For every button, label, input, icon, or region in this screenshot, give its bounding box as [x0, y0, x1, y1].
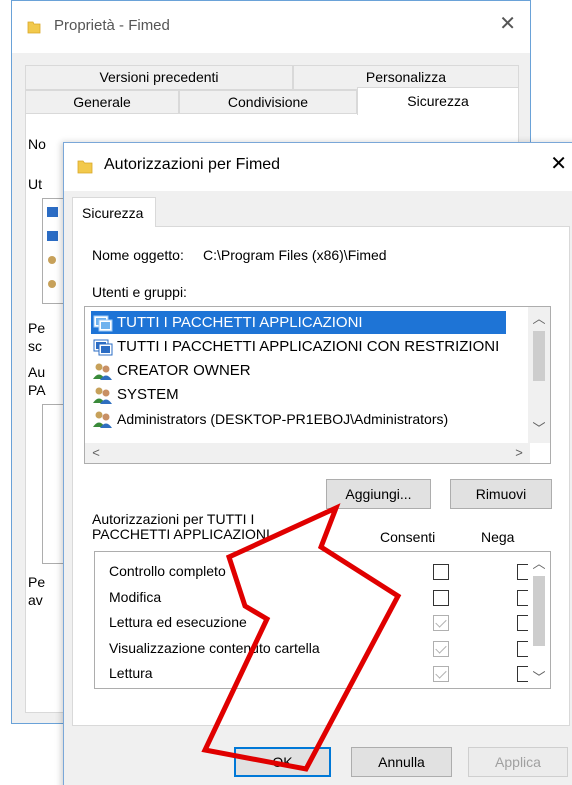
- permission-label: Controllo completo: [109, 563, 226, 579]
- object-name-value: C:\Program Files (x86)\Fimed: [203, 247, 387, 263]
- permissions-label-line2: PACCHETTI APPLICAZIONI: [92, 526, 270, 542]
- dialog-title: Autorizzazioni per Fimed: [104, 156, 281, 173]
- allow-checkbox[interactable]: [433, 640, 449, 657]
- users-groups-label: Utenti e gruppi:: [92, 284, 187, 300]
- users-group-icon: [93, 411, 112, 428]
- permissions-dialog: Autorizzazioni per Fimed ✕ Sicurezza Nom…: [63, 142, 572, 785]
- horizontal-scrollbar[interactable]: < >: [85, 443, 530, 463]
- permissions-list[interactable]: Controllo completo Modifica Lettura ed ese…: [94, 551, 551, 689]
- user-name: TUTTI I PACCHETTI APPLICAZIONI: [117, 314, 363, 331]
- user-name: TUTTI I PACCHETTI APPLICAZIONI CON RESTR…: [117, 338, 500, 355]
- scroll-down-icon[interactable]: ﹀: [528, 419, 550, 439]
- partial-label: PA: [28, 382, 46, 398]
- vertical-scrollbar[interactable]: ︿ ﹀: [528, 307, 550, 443]
- close-icon[interactable]: ✕: [499, 14, 516, 34]
- list-item[interactable]: Administrators (DESKTOP-PR1EBOJ\Administ…: [93, 407, 448, 430]
- folder-icon: [27, 21, 41, 34]
- list-item[interactable]: TUTTI I PACCHETTI APPLICAZIONI: [91, 311, 506, 334]
- allow-checkbox[interactable]: [433, 564, 449, 580]
- dialog-titlebar: Autorizzazioni per Fimed ✕: [64, 143, 572, 191]
- partial-label: No: [28, 136, 46, 152]
- tab-sicurezza[interactable]: Sicurezza: [72, 197, 156, 227]
- scroll-down-icon[interactable]: ﹀: [528, 668, 550, 688]
- permission-label: Lettura ed esecuzione: [109, 614, 247, 630]
- ok-button[interactable]: OK: [234, 747, 331, 777]
- properties-titlebar: Proprietà - Fimed ✕: [12, 1, 530, 53]
- users-group-icon: [93, 363, 112, 380]
- permissions-label-line1: Autorizzazioni per TUTTI I: [92, 511, 255, 527]
- list-item[interactable]: SYSTEM: [93, 383, 179, 406]
- partial-label: av: [28, 592, 43, 608]
- properties-title: Proprietà - Fimed: [54, 17, 170, 34]
- scroll-left-icon[interactable]: <: [85, 443, 107, 463]
- deny-header: Nega: [481, 529, 515, 545]
- list-item[interactable]: CREATOR OWNER: [93, 359, 251, 382]
- remove-button[interactable]: Rimuovi: [450, 479, 552, 509]
- object-name-label: Nome oggetto:: [92, 247, 184, 263]
- vertical-scrollbar[interactable]: ︿ ﹀: [528, 552, 550, 688]
- tab-versioni-precedenti[interactable]: Versioni precedenti: [25, 65, 293, 90]
- allow-checkbox[interactable]: [433, 615, 449, 631]
- scroll-up-icon[interactable]: ︿: [528, 554, 550, 574]
- permission-label: Lettura: [109, 665, 153, 681]
- partial-label: Pe: [28, 320, 46, 336]
- package-group-icon: [93, 339, 113, 355]
- permission-label: Visualizzazione contenuto cartella: [109, 639, 320, 656]
- users-group-icon: [47, 207, 58, 288]
- package-group-icon: [93, 315, 113, 331]
- scrollbar-thumb[interactable]: [533, 576, 545, 646]
- cancel-button[interactable]: Annulla: [351, 747, 452, 777]
- partial-label: sc: [28, 338, 42, 354]
- allow-header: Consenti: [380, 529, 436, 545]
- folder-icon: [77, 160, 93, 174]
- close-icon[interactable]: ✕: [550, 154, 567, 174]
- users-group-icon: [93, 387, 112, 404]
- scrollbar-thumb[interactable]: [533, 331, 545, 381]
- tab-condivisione[interactable]: Condivisione: [179, 90, 357, 115]
- scroll-up-icon[interactable]: ︿: [528, 309, 550, 329]
- user-name: CREATOR OWNER: [117, 362, 251, 379]
- list-item[interactable]: TUTTI I PACCHETTI APPLICAZIONI CON RESTR…: [93, 335, 499, 358]
- partial-label: Au: [28, 364, 46, 380]
- add-button[interactable]: Aggiungi...: [326, 479, 431, 509]
- partial-label: Pe: [28, 574, 46, 590]
- permission-label: Modifica: [109, 588, 162, 605]
- users-groups-list[interactable]: TUTTI I PACCHETTI APPLICAZIONI TUTTI I P…: [84, 306, 551, 464]
- user-name: SYSTEM: [117, 386, 179, 403]
- allow-checkbox[interactable]: [433, 666, 449, 682]
- apply-button[interactable]: Applica: [468, 747, 568, 777]
- tab-generale[interactable]: Generale: [25, 90, 179, 115]
- scroll-right-icon[interactable]: >: [508, 443, 530, 463]
- partial-label: Ut: [28, 176, 42, 192]
- user-name: Administrators (DESKTOP-PR1EBOJ\Administ…: [117, 410, 449, 427]
- tab-sicurezza[interactable]: Sicurezza: [357, 87, 519, 115]
- allow-checkbox[interactable]: [433, 589, 449, 606]
